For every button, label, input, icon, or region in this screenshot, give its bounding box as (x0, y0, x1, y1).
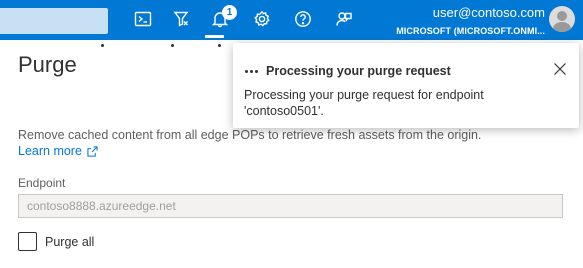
endpoint-field: contoso8888.azureedge.net (18, 194, 563, 218)
toast-title: Processing your purge request (266, 64, 451, 78)
account-directory: MICROSOFT (MICROSOFT.ONMI... (396, 26, 545, 36)
account-info[interactable]: user@contoso.com MICROSOFT (MICROSOFT.ON… (396, 5, 545, 38)
loading-dot (101, 44, 104, 47)
settings-icon[interactable] (249, 6, 275, 32)
close-icon[interactable] (553, 62, 567, 76)
purge-all-label: Purge all (45, 234, 95, 249)
loading-dot (218, 44, 221, 47)
loading-dot (171, 44, 174, 47)
notifications-active-indicator (205, 35, 224, 38)
purge-all-checkbox[interactable] (18, 232, 37, 251)
learn-more-link[interactable]: Learn more (18, 143, 98, 159)
endpoint-label: Endpoint (18, 176, 66, 190)
avatar[interactable] (549, 6, 575, 32)
progress-dots-icon (245, 70, 258, 73)
external-link-icon (87, 145, 98, 157)
purge-description: Remove cached content from all edge POPs… (18, 128, 482, 142)
global-search-box[interactable] (0, 8, 108, 34)
cloud-shell-icon[interactable] (130, 6, 156, 32)
purge-all-option[interactable]: Purge all (18, 232, 94, 251)
account-email: user@contoso.com (432, 5, 545, 20)
directory-filter-icon[interactable] (168, 6, 194, 32)
top-bar: 1 user@contoso.com MICROSOFT (MICROSOFT.… (0, 0, 583, 40)
page-title: Purge (18, 52, 77, 77)
feedback-icon[interactable] (331, 6, 357, 32)
help-icon[interactable] (290, 6, 316, 32)
notification-count-badge: 1 (222, 5, 237, 20)
toast-message: Processing your purge request for endpoi… (244, 88, 484, 118)
notification-toast: Processing your purge request Processing… (233, 43, 579, 128)
learn-more-label: Learn more (18, 144, 82, 158)
